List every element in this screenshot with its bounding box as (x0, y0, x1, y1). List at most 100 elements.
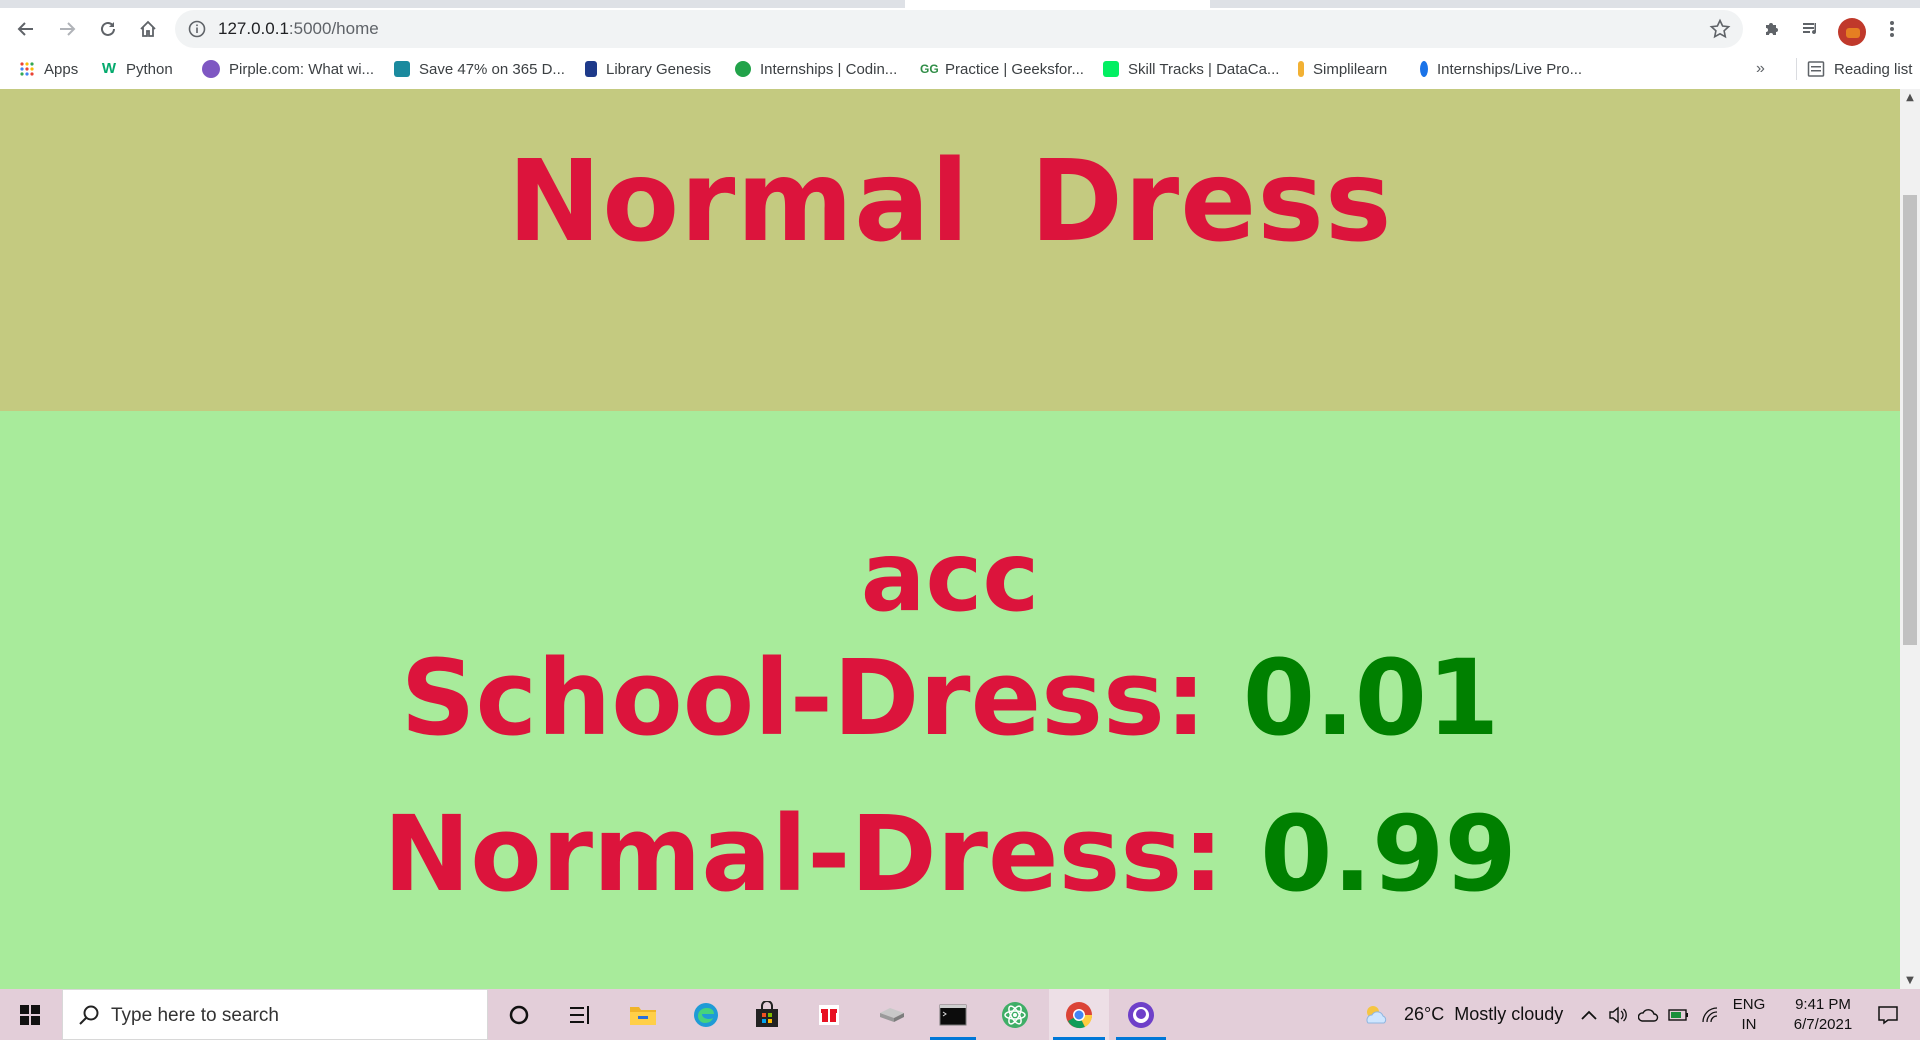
forward-button[interactable] (51, 13, 83, 45)
media-control-button[interactable] (1797, 15, 1825, 43)
bookmark-internships-codin[interactable]: Internships | Codin... (735, 50, 897, 88)
speaker-icon (1609, 1006, 1627, 1023)
gfg-icon: GG (920, 62, 939, 76)
bookmark-label: Internships | Codin... (760, 60, 898, 78)
cortana-button[interactable] (492, 989, 546, 1040)
gift-app-button[interactable] (802, 989, 856, 1040)
school-dress-label: School-Dress: (400, 637, 1207, 759)
windows-taskbar: 26°C Mostly cloudy ENG IN 9:41 PM 6/7/20… (0, 989, 1920, 1041)
partly-cloudy-icon (1366, 1005, 1387, 1023)
bookmark-star-icon[interactable] (1709, 18, 1731, 40)
url-text[interactable]: 127.0.0.1:5000/home (218, 10, 379, 48)
school-dress-value: 0.01 (1242, 637, 1500, 759)
bookmark-label: Skill Tracks | DataCa... (1128, 60, 1280, 78)
bookmark-pirple[interactable]: Pirple.com: What wi... (202, 50, 374, 88)
bookmark-label: Pirple.com: What wi... (229, 60, 375, 78)
bookmark-save-47[interactable]: Save 47% on 365 D... (394, 50, 565, 88)
bookmark-label: Save 47% on 365 D... (419, 60, 565, 78)
clock-button[interactable]: 9:41 PM 6/7/2021 (1776, 989, 1870, 1040)
edge-button[interactable] (679, 989, 733, 1040)
start-button[interactable] (0, 989, 60, 1040)
chevron-up-icon (1581, 1010, 1597, 1020)
drive-app-button[interactable] (864, 989, 918, 1040)
bookmark-python[interactable]: W Python (101, 50, 173, 88)
clock-date: 6/7/2021 (1793, 1015, 1853, 1033)
search-icon (79, 1005, 99, 1025)
terminal-button[interactable] (926, 989, 980, 1040)
address-bar[interactable]: 127.0.0.1:5000/home (175, 10, 1743, 48)
url-host: 127.0.0.1 (218, 19, 289, 38)
task-view-icon (570, 1005, 589, 1024)
bookmark-skill-tracks[interactable]: Skill Tracks | DataCa... (1103, 50, 1279, 88)
browser-menu-button[interactable] (1878, 15, 1906, 43)
search-input[interactable] (109, 990, 473, 1041)
scrollbar-thumb[interactable] (1903, 195, 1917, 645)
atom-editor-button[interactable] (988, 989, 1042, 1040)
clock-time: 9:41 PM (1795, 995, 1851, 1013)
extensions-button[interactable] (1758, 15, 1786, 43)
bookmark-label: Internships/Live Pro... (1437, 60, 1583, 78)
onedrive-button[interactable] (1638, 989, 1660, 1040)
input-language-button[interactable]: ENG IN (1729, 989, 1769, 1040)
home-button[interactable] (132, 13, 164, 45)
bookmark-label: Apps (44, 60, 79, 78)
bookmark-library-genesis[interactable]: Library Genesis (585, 50, 711, 88)
gift-icon (819, 1004, 839, 1025)
bookmark-simplilearn[interactable]: Simplilearn (1298, 50, 1387, 88)
school-dress-row: School-Dress: 0.01 (0, 637, 1900, 759)
result-header-section: Normal Dress (0, 89, 1900, 411)
back-button[interactable] (10, 13, 42, 45)
task-view-button[interactable] (553, 989, 607, 1040)
reload-button[interactable] (92, 13, 124, 45)
bookmark-internships-live[interactable]: Internships/Live Pro... (1420, 50, 1582, 88)
reading-list-icon (1807, 61, 1825, 77)
reading-list-button[interactable]: Reading list (1796, 50, 1912, 88)
more-bookmarks-button[interactable]: » (1756, 50, 1765, 88)
bookmark-label: Library Genesis (606, 60, 712, 78)
atom-icon (1002, 1001, 1028, 1028)
show-hidden-icons-button[interactable] (1580, 989, 1598, 1040)
taskbar-search-box[interactable] (62, 989, 488, 1041)
wifi-icon (1702, 1006, 1718, 1022)
home-icon (140, 20, 156, 37)
bookmark-label: Python (126, 60, 173, 78)
bookmark-label: Simplilearn (1313, 60, 1388, 78)
probabilities-section: acc School-Dress: 0.01 Normal-Dress: 0.9… (0, 411, 1900, 989)
apps-grid-icon (20, 62, 34, 76)
normal-dress-label: Normal-Dress: (383, 793, 1224, 915)
volume-button[interactable] (1608, 989, 1628, 1040)
region-code: IN (1741, 1015, 1757, 1033)
file-explorer-button[interactable] (616, 989, 670, 1040)
cloud-sync-icon (1638, 1008, 1659, 1022)
vertical-scrollbar[interactable]: ▲ ▼ (1900, 89, 1920, 989)
chrome-icon (1066, 1001, 1093, 1028)
windows-logo-icon (20, 1004, 40, 1025)
edge-browser-icon (694, 1002, 718, 1027)
puzzle-icon (1766, 23, 1778, 35)
acc-label: acc (860, 521, 1040, 633)
normal-dress-row: Normal-Dress: 0.99 (0, 793, 1900, 915)
bookmark-apps[interactable]: Apps (19, 50, 78, 88)
network-button[interactable] (1700, 989, 1720, 1040)
playlist-icon (1803, 23, 1817, 35)
notifications-button[interactable] (1868, 989, 1908, 1040)
terminal-icon (939, 1004, 967, 1025)
datacamp-skill-icon (1103, 61, 1119, 77)
browser-toolbar: 127.0.0.1:5000/home (0, 8, 1920, 50)
profile-avatar[interactable] (1838, 18, 1866, 46)
github-desktop-button[interactable] (1112, 989, 1170, 1040)
internships-icon (1420, 61, 1428, 77)
simplilearn-icon (1298, 61, 1304, 77)
scroll-down-arrow-icon[interactable]: ▼ (1900, 972, 1920, 989)
store-button[interactable] (740, 989, 794, 1040)
back-arrow-icon (17, 22, 33, 36)
site-info-icon[interactable] (187, 19, 207, 39)
chrome-button[interactable] (1049, 989, 1109, 1040)
prediction-title: Normal Dress (507, 137, 1393, 267)
battery-button[interactable] (1668, 989, 1690, 1040)
scroll-up-arrow-icon[interactable]: ▲ (1900, 89, 1920, 106)
active-tab[interactable] (905, 0, 1210, 8)
page-viewport: Normal Dress acc School-Dress: 0.01 Norm… (0, 89, 1900, 989)
weather-widget[interactable]: 26°C Mostly cloudy (1362, 989, 1563, 1040)
bookmark-practice-geeksfor[interactable]: GG Practice | Geeksfor... (920, 50, 1084, 88)
